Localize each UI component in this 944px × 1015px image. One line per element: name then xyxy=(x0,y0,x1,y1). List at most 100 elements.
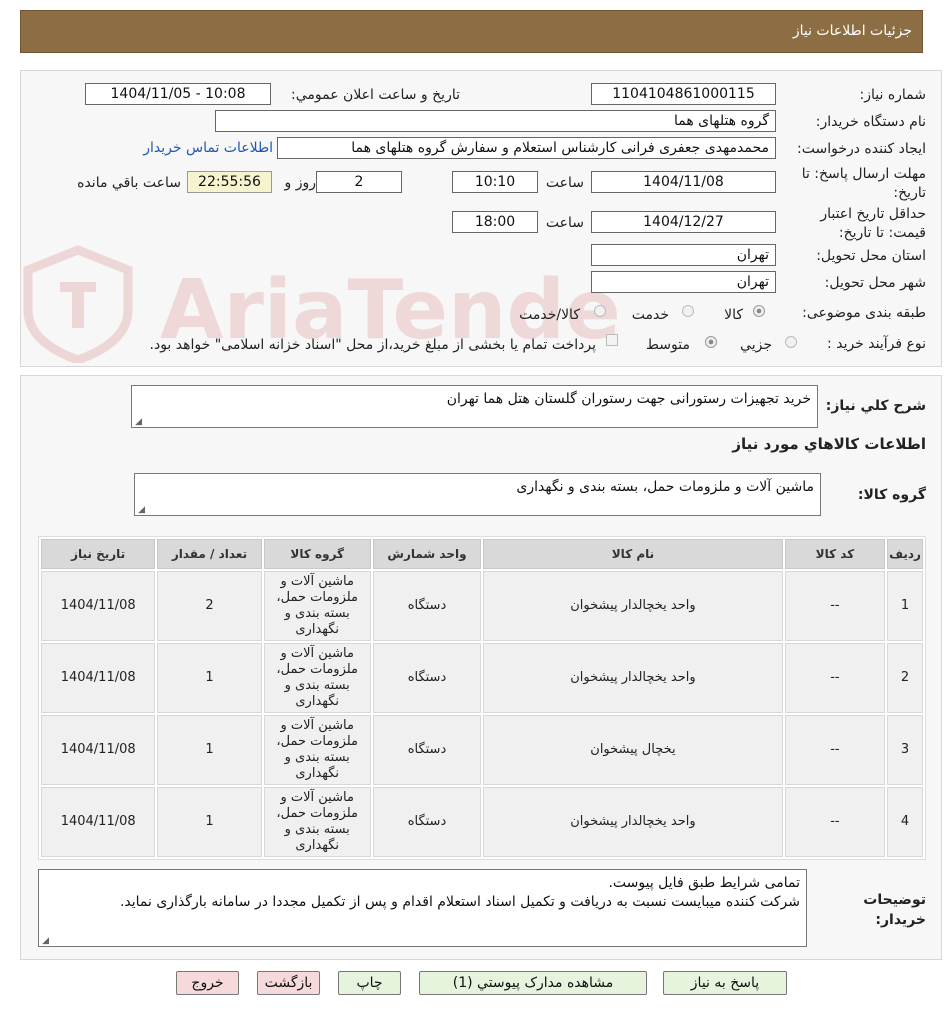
days-label: روز و xyxy=(284,175,317,191)
process-radio-minor[interactable] xyxy=(785,336,797,348)
cell-row: 3 xyxy=(887,715,923,785)
cell-unit: دستگاه xyxy=(372,643,482,713)
buyer-notes-field: تمامی شرایط طبق فایل پیوست. شرکت کننده م… xyxy=(38,869,807,947)
cell-unit: دستگاه xyxy=(372,571,482,641)
validity-time-field: 18:00 xyxy=(452,211,538,233)
category-label: طبقه بندی موضوعی: xyxy=(802,305,926,321)
reply-button[interactable]: پاسخ به نیاز xyxy=(663,971,787,995)
validity-time-label: ساعت xyxy=(545,215,584,231)
table-row: 4 -- واحد یخچالدار پیشخوان دستگاه ماشین … xyxy=(41,787,923,857)
cell-row: 2 xyxy=(887,643,923,713)
creator-label: ايجاد کننده درخواست: xyxy=(797,141,926,157)
cell-name: واحد یخچالدار پیشخوان xyxy=(483,643,783,713)
cell-group: ماشین آلات و ملزومات حمل، بسته بندی و نگ… xyxy=(263,643,371,713)
table-row: 2 -- واحد یخچالدار پیشخوان دستگاه ماشین … xyxy=(41,643,923,713)
general-desc-field: خرید تجهیزات رستورانی جهت رستوران گلستان… xyxy=(131,385,818,428)
col-date: تاريخ نياز xyxy=(41,539,156,569)
buyer-notes-line2: شرکت کننده میبایست نسبت به دریافت و تکمی… xyxy=(119,894,800,910)
goods-group-text: ماشین آلات و ملزومات حمل، بسته بندی و نگ… xyxy=(516,479,814,495)
col-row: رديف xyxy=(887,539,923,569)
deadline-time-field: 10:10 xyxy=(452,171,538,193)
cell-row: 4 xyxy=(887,787,923,857)
col-unit: واحد شمارش xyxy=(372,539,482,569)
cell-name: واحد یخچالدار پیشخوان xyxy=(483,787,783,857)
process-label: نوع فرآیند خرید : xyxy=(827,336,926,352)
validity-date-field: 1404/12/27 xyxy=(591,211,776,233)
cell-code: -- xyxy=(784,715,886,785)
goods-group-label: گروه کالا: xyxy=(857,487,926,503)
cell-date: 1404/11/08 xyxy=(41,571,156,641)
cell-date: 1404/11/08 xyxy=(41,787,156,857)
table-row: 3 -- یخچال پیشخوان دستگاه ماشین آلات و م… xyxy=(41,715,923,785)
deadline-time-label: ساعت xyxy=(545,175,584,191)
buyer-org-label: نام دستگاه خريدار: xyxy=(815,114,926,130)
province-label: استان محل تحویل: xyxy=(816,248,926,264)
need-number-label: شماره نیاز: xyxy=(859,87,927,103)
process-option-medium: متوسط xyxy=(646,337,690,353)
announce-label: تاریخ و ساعت اعلان عمومي: xyxy=(291,87,460,103)
category-radio-goods[interactable] xyxy=(753,305,765,317)
cell-unit: دستگاه xyxy=(372,787,482,857)
payment-note: پرداخت تمام یا بخشی از مبلغ خرید،از محل … xyxy=(149,337,596,353)
table-header-row: رديف کد کالا نام کالا واحد شمارش گروه کا… xyxy=(41,539,923,569)
cell-date: 1404/11/08 xyxy=(41,643,156,713)
cell-code: -- xyxy=(784,787,886,857)
announce-field: 1404/11/05 - 10:08 xyxy=(85,83,271,105)
cell-unit: دستگاه xyxy=(372,715,482,785)
col-group: گروه کالا xyxy=(263,539,371,569)
resize-grip-icon[interactable]: ◢ xyxy=(134,418,142,427)
cell-date: 1404/11/08 xyxy=(41,715,156,785)
col-name: نام کالا xyxy=(483,539,783,569)
category-radio-both[interactable] xyxy=(594,305,606,317)
province-field: تهران xyxy=(591,244,776,266)
need-number-field: 1104104861000115 xyxy=(591,83,776,105)
goods-info-title: اطلاعات کالاهاي مورد نياز xyxy=(732,435,926,453)
exit-button[interactable]: خروج xyxy=(176,971,239,995)
cell-code: -- xyxy=(784,643,886,713)
cell-group: ماشین آلات و ملزومات حمل، بسته بندی و نگ… xyxy=(263,571,371,641)
cell-qty: 1 xyxy=(157,643,262,713)
category-radio-service[interactable] xyxy=(682,305,694,317)
goods-group-field: ماشین آلات و ملزومات حمل، بسته بندی و نگ… xyxy=(134,473,821,516)
cell-qty: 1 xyxy=(157,715,262,785)
cell-qty: 1 xyxy=(157,787,262,857)
validity-label: حداقل تاریخ اعتبار قیمت: تا تاریخ: xyxy=(820,206,926,241)
table-row: 1 -- واحد یخچالدار پیشخوان دستگاه ماشین … xyxy=(41,571,923,641)
col-qty: تعداد / مقدار xyxy=(157,539,262,569)
city-label: شهر محل تحویل: xyxy=(824,275,926,291)
buyer-notes-line1: تمامی شرایط طبق فایل پیوست. xyxy=(608,875,800,891)
category-option-both: کالا/خدمت xyxy=(519,307,580,323)
page-header: جزئیات اطلاعات نیاز xyxy=(20,10,923,53)
general-desc-label: شرح کلي نياز: xyxy=(825,398,926,414)
deadline-label: مهلت ارسال پاسخ: تا تاریخ: xyxy=(801,166,926,201)
cell-name: واحد یخچالدار پیشخوان xyxy=(483,571,783,641)
creator-field: محمدمهدی جعفری فرانی کارشناس استعلام و س… xyxy=(277,137,776,159)
buyer-notes-label: توضیحات خریدار: xyxy=(863,892,926,928)
process-radio-medium[interactable] xyxy=(705,336,717,348)
remaining-label: ساعت باقي مانده xyxy=(77,175,181,191)
cell-code: -- xyxy=(784,571,886,641)
buyer-contact-link[interactable]: اطلاعات تماس خریدار xyxy=(143,140,273,156)
treasury-checkbox[interactable] xyxy=(606,334,618,346)
cell-name: یخچال پیشخوان xyxy=(483,715,783,785)
view-attachments-button[interactable]: مشاهده مدارک پیوستي (1) xyxy=(419,971,647,995)
general-desc-text: خرید تجهیزات رستورانی جهت رستوران گلستان… xyxy=(446,391,811,407)
cell-group: ماشین آلات و ملزومات حمل، بسته بندی و نگ… xyxy=(263,787,371,857)
cell-group: ماشین آلات و ملزومات حمل، بسته بندی و نگ… xyxy=(263,715,371,785)
city-field: تهران xyxy=(591,271,776,293)
buyer-org-field: گروه هتلهای هما xyxy=(215,110,776,132)
remaining-time-field: 22:55:56 xyxy=(187,171,272,193)
resize-grip-icon[interactable]: ◢ xyxy=(41,937,49,946)
cell-qty: 2 xyxy=(157,571,262,641)
days-field: 2 xyxy=(316,171,402,193)
back-button[interactable]: بازگشت xyxy=(257,971,320,995)
deadline-date-field: 1404/11/08 xyxy=(591,171,776,193)
category-option-goods: کالا xyxy=(724,307,743,323)
resize-grip-icon[interactable]: ◢ xyxy=(137,506,145,515)
category-option-service: خدمت xyxy=(631,307,669,323)
page-title: جزئیات اطلاعات نیاز xyxy=(792,23,912,39)
print-button[interactable]: چاپ xyxy=(338,971,401,995)
col-code: کد کالا xyxy=(784,539,886,569)
goods-table: رديف کد کالا نام کالا واحد شمارش گروه کا… xyxy=(38,536,926,860)
process-option-minor: جزیي xyxy=(740,337,772,353)
